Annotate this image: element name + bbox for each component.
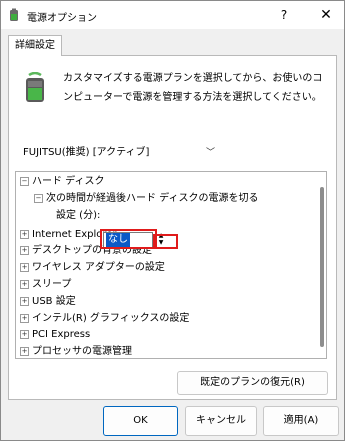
power-plan-selected: FUJITSU(推奨) [アクティブ] [23,147,150,158]
expand-icon[interactable]: + [20,279,29,289]
instruction-text: カスタマイズする電源プランを選択してから、お使いのコンピューターで電源を管理する… [63,73,323,103]
close-button[interactable]: ✕ [309,1,343,29]
tree-item-turn-off-disk[interactable]: − 次の時間が経過後ハード ディスクの電源を切る [34,191,258,207]
expand-icon[interactable]: + [20,229,29,239]
highlight-box-input [100,229,157,249]
tree-item-hard-disk[interactable]: − ハード ディスク [20,174,104,190]
title-bar: 電源オプション ? ✕ [1,1,344,29]
power-plan-dropdown[interactable]: FUJITSU(推奨) [アクティブ] ﹀ [15,143,221,163]
tab-advanced-settings[interactable]: 詳細設定 [8,35,62,56]
tree-item-sleep[interactable]: + スリープ [20,277,71,293]
settings-tree[interactable]: − ハード ディスク − 次の時間が経過後ハード ディスクの電源を切る 設定 (分)… [15,171,327,359]
tree-item-intel-graphics[interactable]: + インテル(R) グラフィックスの設定 [20,311,189,327]
tree-scrollbar[interactable] [320,187,324,347]
expand-icon[interactable]: + [20,329,29,339]
expand-icon[interactable]: + [20,313,29,323]
battery-plan-icon [26,72,44,102]
tree-item-wireless-adapter[interactable]: + ワイヤレス アダプターの設定 [20,260,165,276]
cancel-button[interactable]: キャンセル [185,406,257,436]
tree-item-processor-power[interactable]: + プロセッサの電源管理 [20,344,132,358]
ok-button[interactable]: OK [103,406,178,436]
battery-app-icon [10,8,18,21]
chevron-down-icon: ﹀ [205,148,215,158]
expand-icon[interactable]: + [20,262,29,272]
expand-icon[interactable]: + [20,346,29,356]
tree-item-pci-express[interactable]: + PCI Express [20,327,90,343]
restore-defaults-button[interactable]: 既定のプランの復元(R) [177,371,328,395]
settings-panel: カスタマイズする電源プランを選択してから、お使いのコンピューターで電源を管理する… [8,55,337,400]
tree-item-setting-label: 設定 (分): [56,210,101,221]
window-title: 電源オプション [27,13,97,24]
highlight-box-spinner [153,234,178,249]
expand-icon[interactable]: + [20,245,29,255]
tree-item-usb[interactable]: + USB 設定 [20,294,76,310]
collapse-icon[interactable]: − [34,193,43,203]
expand-icon[interactable]: + [20,296,29,306]
apply-button[interactable]: 適用(A) [263,406,339,436]
collapse-icon[interactable]: − [20,176,29,186]
power-options-dialog: 電源オプション ? ✕ 詳細設定 カスタマイズする電源プランを選択してから、お使… [0,0,345,441]
help-button[interactable]: ? [269,1,299,29]
